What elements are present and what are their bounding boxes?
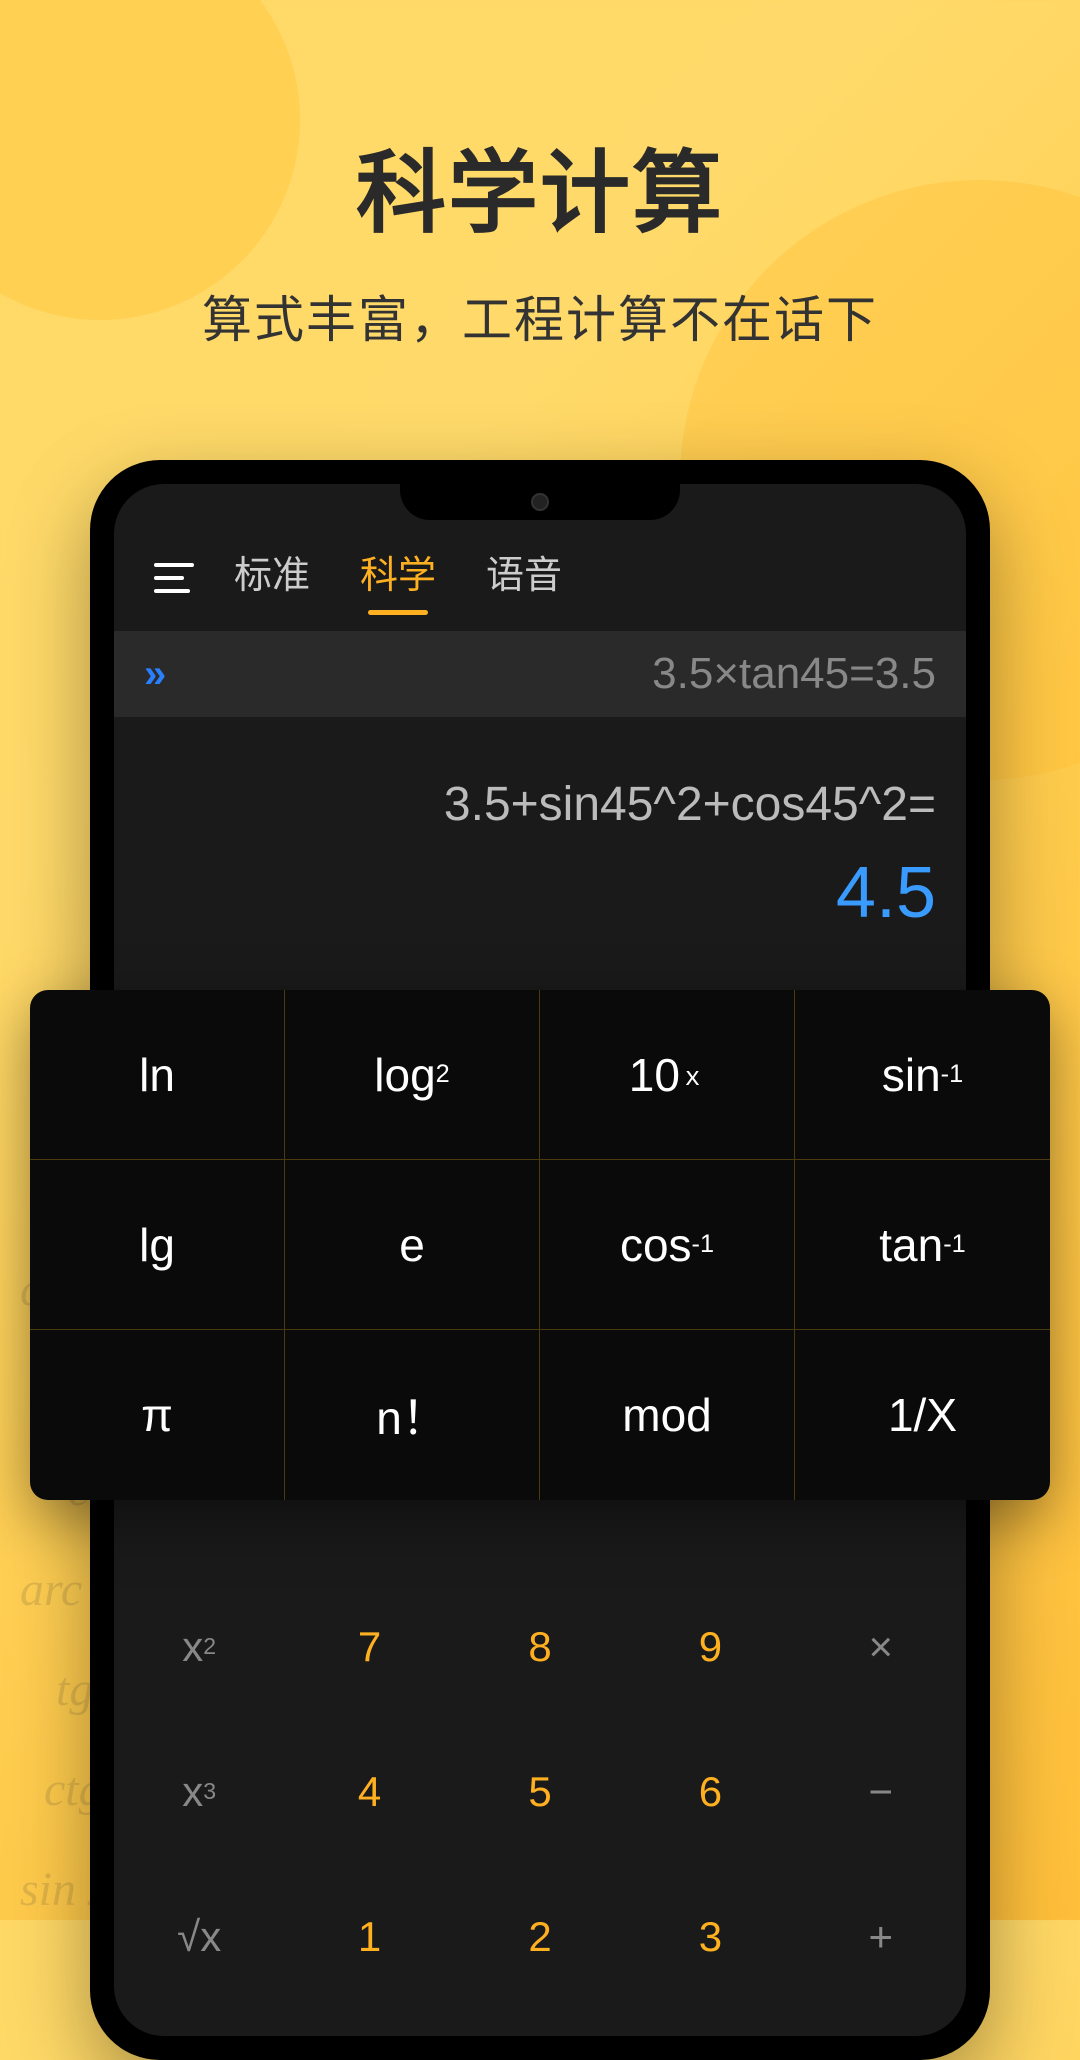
sci-key-4[interactable]: lg xyxy=(30,1160,285,1330)
display-area: 3.5+sin45^2+cos45^2= 4.5 xyxy=(114,717,966,954)
scientific-function-panel: lnlog210ｘsin-1 lgecos-1tan-1 πn！mod1/X xyxy=(30,990,1050,1500)
expression-text: 3.5+sin45^2+cos45^2= xyxy=(144,777,936,832)
sci-key-3[interactable]: sin-1 xyxy=(795,990,1050,1160)
key-12[interactable]: 2 xyxy=(455,1864,625,2009)
history-text: 3.5×tan45=3.5 xyxy=(186,649,936,699)
tab-scientific[interactable]: 科学 xyxy=(360,544,436,611)
phone-notch xyxy=(400,484,680,520)
key-11[interactable]: 1 xyxy=(284,1864,454,2009)
key-5[interactable]: x3 xyxy=(114,1719,284,1864)
key-13[interactable]: 3 xyxy=(625,1864,795,2009)
key-10[interactable]: √x xyxy=(114,1864,284,2009)
sci-key-10[interactable]: mod xyxy=(540,1330,795,1500)
numpad: x2789× x3456− √x123+ xyxy=(114,1574,966,2009)
key-0[interactable]: x2 xyxy=(114,1574,284,1719)
page-title: 科学计算 xyxy=(0,0,1080,250)
sci-key-8[interactable]: π xyxy=(30,1330,285,1500)
menu-icon[interactable] xyxy=(154,563,194,593)
sci-key-0[interactable]: ln xyxy=(30,990,285,1160)
key-3[interactable]: 9 xyxy=(625,1574,795,1719)
tab-voice[interactable]: 语音 xyxy=(486,544,562,611)
key-14[interactable]: + xyxy=(796,1864,966,2009)
sci-key-1[interactable]: log2 xyxy=(285,990,540,1160)
key-6[interactable]: 4 xyxy=(284,1719,454,1864)
key-2[interactable]: 8 xyxy=(455,1574,625,1719)
key-4[interactable]: × xyxy=(796,1574,966,1719)
key-9[interactable]: − xyxy=(796,1719,966,1864)
sci-key-9[interactable]: n！ xyxy=(285,1330,540,1500)
sci-key-7[interactable]: tan-1 xyxy=(795,1160,1050,1330)
tab-bar: 标准 科学 语音 xyxy=(234,544,562,611)
sci-key-5[interactable]: e xyxy=(285,1160,540,1330)
sci-key-11[interactable]: 1/X xyxy=(795,1330,1050,1500)
history-row[interactable]: » 3.5×tan45=3.5 xyxy=(114,631,966,717)
key-8[interactable]: 6 xyxy=(625,1719,795,1864)
result-text: 4.5 xyxy=(144,852,936,934)
tab-standard[interactable]: 标准 xyxy=(234,544,310,611)
expand-history-icon[interactable]: » xyxy=(144,652,166,697)
sci-key-2[interactable]: 10ｘ xyxy=(540,990,795,1160)
page-subtitle: 算式丰富，工程计算不在话下 xyxy=(0,280,1080,352)
sci-key-6[interactable]: cos-1 xyxy=(540,1160,795,1330)
key-1[interactable]: 7 xyxy=(284,1574,454,1719)
key-7[interactable]: 5 xyxy=(455,1719,625,1864)
